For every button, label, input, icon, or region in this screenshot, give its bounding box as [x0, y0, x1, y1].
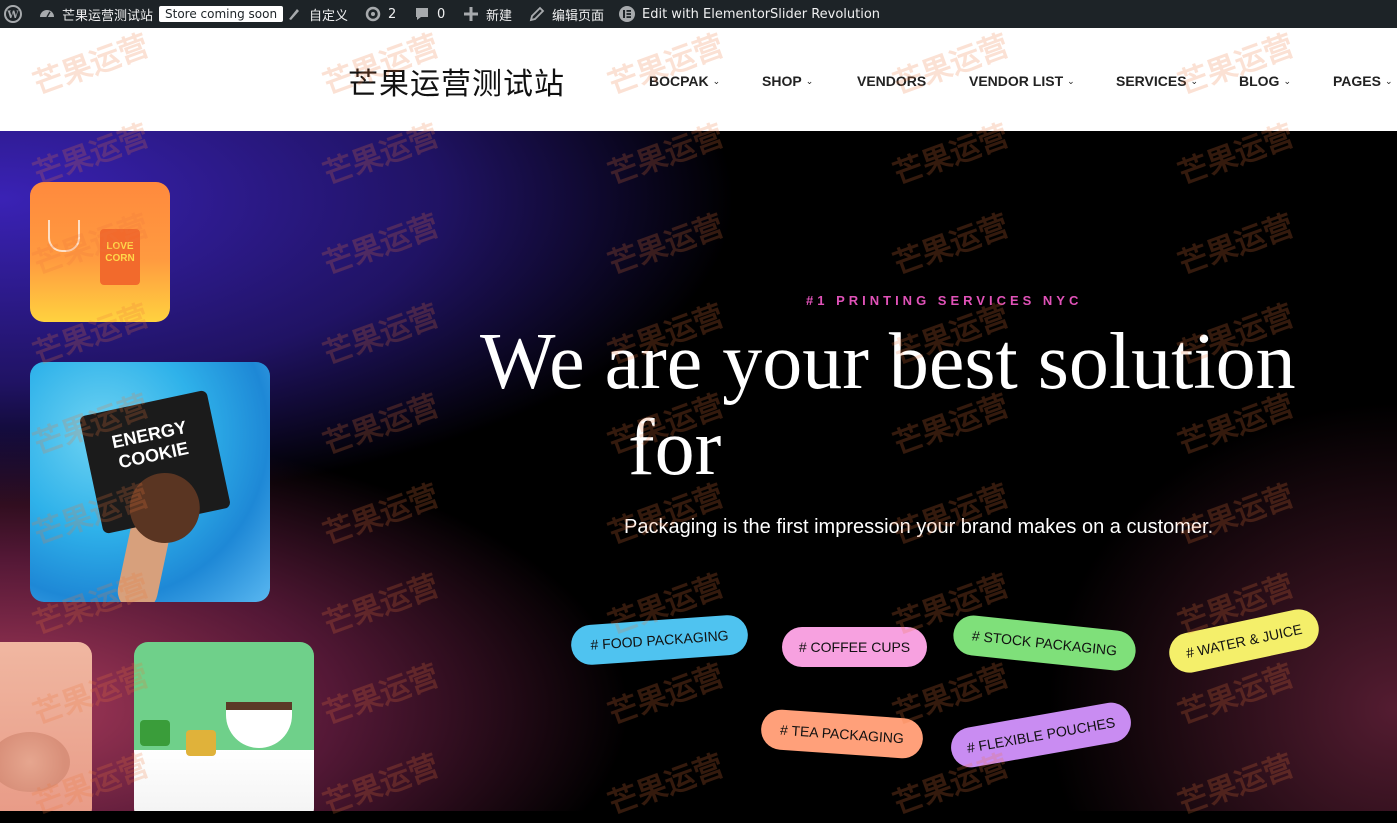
nav-label: VENDORS — [857, 73, 927, 89]
headline-line-2: for — [628, 404, 722, 492]
nav-label: BOCPAK — [649, 73, 709, 89]
cookie-pack: ENERGY COOKIE — [78, 389, 232, 550]
edit-with-elementor-link[interactable]: Edit with Elementor — [618, 0, 770, 28]
edit-page-link[interactable]: 编辑页面 — [528, 0, 604, 28]
dashboard-icon — [38, 5, 56, 23]
slider-revolution-link[interactable]: Slider Revolution — [770, 0, 880, 28]
store-coming-soon-badge[interactable]: Store coming soon — [159, 6, 284, 22]
paintbrush-icon — [285, 5, 303, 23]
headline-line-1: We are your best solution — [480, 318, 1296, 406]
slider-revolution-label: Slider Revolution — [770, 6, 881, 22]
edit-page-label: 编辑页面 — [552, 8, 605, 24]
chevron-down-icon: ⌄ — [1384, 75, 1393, 86]
product-image-succulent — [0, 642, 92, 811]
plus-icon — [462, 5, 480, 23]
updates-link[interactable]: 2 — [364, 0, 396, 28]
chevron-down-icon: ⌄ — [1283, 75, 1291, 86]
customize-link[interactable]: 自定义 — [285, 0, 348, 28]
site-header: 芒果运营测试站 BOCPAK ⌄ SHOP ⌄ VENDORS VENDOR LIS… — [0, 28, 1397, 131]
updates-icon — [364, 5, 382, 23]
tag-coffee-cups[interactable]: # COFFEE CUPS — [782, 627, 927, 667]
chevron-down-icon: ⌄ — [1190, 75, 1199, 86]
nav-label: PAGES — [1333, 73, 1381, 89]
elementor-label: Edit with Elementor — [642, 6, 771, 22]
new-content-link[interactable]: 新建 — [462, 0, 512, 28]
product-image-dessert-jars — [134, 642, 314, 811]
nav-item-blog[interactable]: BLOG ⌄ — [1239, 70, 1291, 92]
comments-link[interactable]: 0 — [413, 0, 445, 28]
tag-water-juice[interactable]: # WATER & JUICE — [1165, 605, 1323, 677]
nav-item-bocpak[interactable]: BOCPAK ⌄ — [649, 70, 720, 92]
cocktail-glass-icon — [48, 220, 80, 252]
comments-count: 0 — [437, 6, 446, 22]
nav-label: SERVICES — [1116, 73, 1187, 89]
tag-food-packaging[interactable]: # FOOD PACKAGING — [569, 613, 750, 667]
pencil-icon — [528, 5, 546, 23]
jar-image — [186, 730, 216, 756]
nav-item-services[interactable]: SERVICES ⌄ — [1116, 70, 1198, 92]
new-label: 新建 — [486, 8, 513, 24]
bowl-image — [226, 702, 292, 748]
hero-headline: We are your best solution for — [480, 319, 1296, 491]
site-name-link[interactable]: 芒果运营测试站 Store coming soon — [38, 0, 284, 28]
comment-icon — [413, 5, 431, 23]
cookie-pack-label: ENERGY COOKIE — [109, 416, 191, 473]
nav-item-vendors[interactable]: VENDORS — [857, 70, 926, 92]
hero-eyebrow: #1 PRINTING SERVICES NYC — [806, 293, 1083, 308]
svg-text:W: W — [6, 10, 19, 21]
nav-label: VENDOR LIST — [969, 73, 1064, 89]
tag-stock-packaging[interactable]: # STOCK PACKAGING — [951, 613, 1138, 673]
hero-subtitle: Packaging is the first impression your b… — [624, 516, 1214, 538]
product-image-energy-cookie: ENERGY COOKIE — [30, 362, 270, 602]
chevron-down-icon: ⌄ — [1067, 75, 1075, 86]
elementor-icon — [618, 5, 636, 23]
chevron-down-icon: ⌄ — [805, 75, 814, 86]
wordpress-icon: W — [4, 5, 22, 23]
snack-bag: LOVE CORN — [100, 229, 140, 285]
tag-tea-packaging[interactable]: # TEA PACKAGING — [759, 708, 925, 760]
nav-label: BLOG — [1239, 73, 1280, 89]
site-name-label: 芒果运营测试站 — [62, 8, 154, 24]
product-image-love-corn: LOVE CORN — [30, 182, 170, 322]
nav-item-pages[interactable]: PAGES ⌄ — [1333, 70, 1393, 92]
jar-image — [140, 720, 170, 746]
chevron-down-icon: ⌄ — [712, 75, 721, 86]
updates-count: 2 — [388, 6, 397, 22]
tag-flexible-pouches[interactable]: # FLEXIBLE POUCHES — [947, 699, 1135, 771]
customize-label: 自定义 — [309, 8, 349, 24]
nav-label: SHOP — [762, 73, 802, 89]
succulent-image — [0, 732, 70, 792]
nav-item-shop[interactable]: SHOP ⌄ — [762, 70, 813, 92]
nav-item-vendor-list[interactable]: VENDOR LIST ⌄ — [969, 70, 1075, 92]
site-logo[interactable]: 芒果运营测试站 — [348, 59, 565, 103]
hero-section: LOVE CORN ENERGY COOKIE #1 PRINTING SERV… — [0, 131, 1397, 811]
wordpress-logo-button[interactable]: W — [4, 0, 22, 28]
wp-admin-bar: W 芒果运营测试站 Store coming soon 自定义 2 0 新建 编… — [0, 0, 1397, 28]
